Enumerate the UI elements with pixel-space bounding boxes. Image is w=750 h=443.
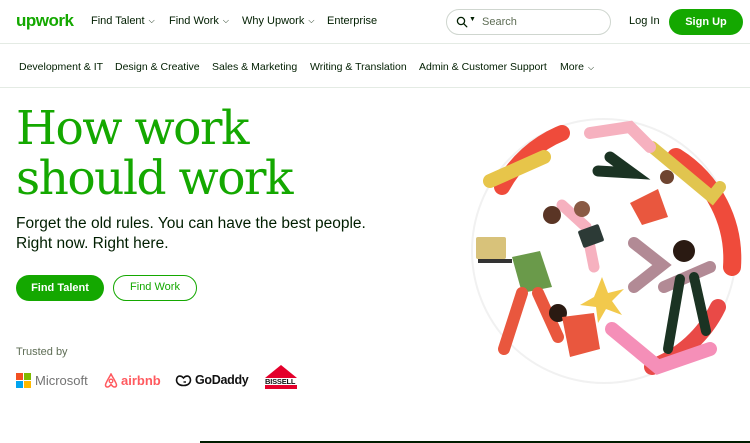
microsoft-name: Microsoft — [35, 372, 88, 388]
bissell-name: BISSELL — [265, 377, 296, 386]
chevron-down-icon: ⌵ — [222, 16, 229, 25]
chevron-down-icon: ⌵ — [308, 16, 315, 25]
godaddy-logo: GoDaddy — [175, 371, 249, 389]
nav-why-upwork-label: Why Upwork — [242, 15, 305, 27]
nav-why-upwork[interactable]: Why Upwork ⌵ — [242, 15, 314, 27]
login-link[interactable]: Log In — [629, 15, 660, 27]
hero-title-line-2: should work — [16, 151, 294, 206]
chevron-down-icon: ⌵ — [587, 63, 595, 72]
microsoft-windows-icon — [16, 372, 31, 388]
search-placeholder: Search — [482, 16, 517, 28]
category-more-label: More — [560, 61, 584, 73]
nav-find-talent[interactable]: Find Talent ⌵ — [91, 15, 155, 27]
bissell-logo: BISSELL — [263, 364, 299, 392]
airbnb-name: airbnb — [121, 372, 161, 388]
nav-find-work[interactable]: Find Work ⌵ — [169, 15, 229, 27]
godaddy-name: GoDaddy — [195, 373, 249, 387]
category-design-creative[interactable]: Design & Creative — [115, 61, 200, 73]
hero-subtitle-line-1: Forget the old rules. You can have the b… — [16, 215, 366, 232]
microsoft-logo: Microsoft — [16, 371, 88, 389]
nav-find-talent-label: Find Talent — [91, 15, 145, 27]
search-input[interactable]: ▼ Search — [446, 9, 611, 35]
hero-title: How work should work — [16, 104, 356, 204]
hero-title-line-1: How work — [16, 101, 249, 156]
category-navbar: Development & IT Design & Creative Sales… — [0, 44, 750, 88]
nav-enterprise-label: Enterprise — [327, 15, 378, 27]
signup-button[interactable]: Sign Up — [669, 9, 743, 35]
find-talent-button[interactable]: Find Talent — [16, 275, 104, 301]
hero-illustration — [471, 118, 742, 384]
chevron-down-icon: ⌵ — [148, 16, 155, 25]
search-scope-chevron-icon[interactable]: ▼ — [469, 16, 476, 23]
find-work-button[interactable]: Find Work — [113, 275, 197, 301]
category-sales-marketing[interactable]: Sales & Marketing — [212, 61, 297, 73]
trusted-by-label: Trusted by — [16, 346, 68, 358]
category-development-it[interactable]: Development & IT — [19, 61, 103, 73]
nav-enterprise[interactable]: Enterprise — [327, 15, 377, 27]
search-icon — [456, 16, 468, 28]
category-admin-support[interactable]: Admin & Customer Support — [419, 61, 547, 73]
hero-subtitle-line-2: Right now. Right here. — [16, 235, 169, 252]
upwork-logo[interactable]: upwork — [16, 11, 74, 31]
nav-find-work-label: Find Work — [169, 15, 219, 27]
airbnb-logo: airbnb — [104, 371, 161, 389]
godaddy-mark-icon — [175, 375, 192, 387]
top-navbar: upwork Find Talent ⌵ Find Work ⌵ Why Upwor… — [0, 0, 750, 44]
airbnb-belo-icon — [104, 372, 118, 388]
category-more[interactable]: More ⌵ — [560, 61, 594, 73]
category-writing-translation[interactable]: Writing & Translation — [310, 61, 407, 73]
hero-subtitle: Forget the old rules. You can have the b… — [16, 214, 376, 254]
